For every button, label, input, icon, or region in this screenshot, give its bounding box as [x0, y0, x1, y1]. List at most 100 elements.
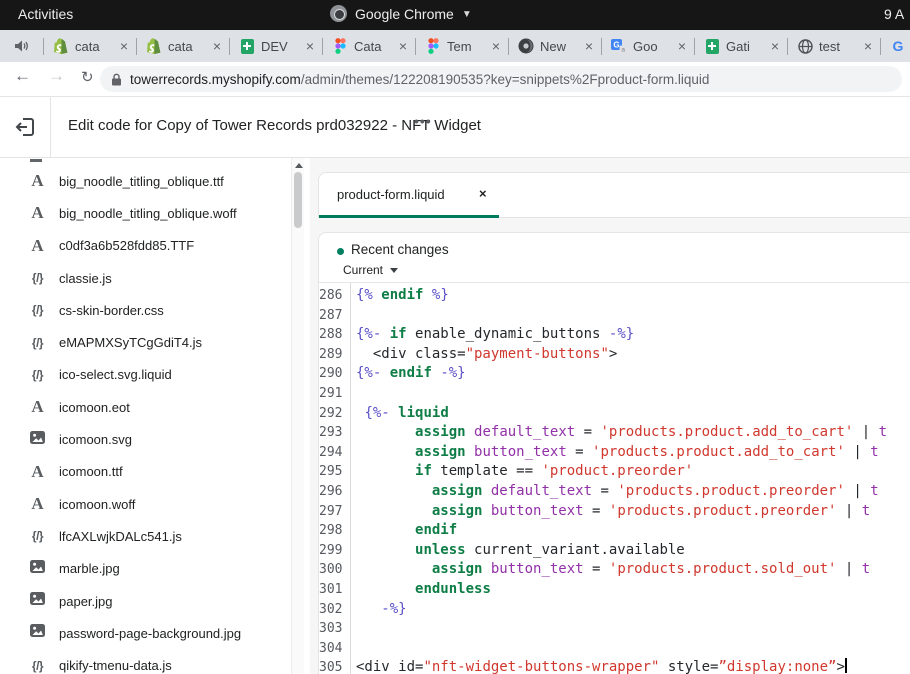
line-number: 292: [319, 404, 350, 424]
tab-close-icon[interactable]: ×: [120, 39, 128, 53]
file-item[interactable]: Abig_noodle_titling_oblique.woff: [0, 197, 310, 229]
code-text: endunless: [350, 580, 491, 600]
code-line[interactable]: 297 assign button_text = 'products.produ…: [319, 502, 910, 522]
code-line[interactable]: 304: [319, 639, 910, 659]
browser-tab-5[interactable]: New×: [509, 30, 601, 62]
file-item[interactable]: icomoon.svg: [0, 423, 310, 455]
file-item[interactable]: Aicomoon.ttf: [0, 456, 310, 488]
browser-tab-2[interactable]: DEV×: [230, 30, 322, 62]
tab-title: Goo: [633, 39, 672, 54]
code-line[interactable]: 298 endif: [319, 521, 910, 541]
file-item[interactable]: {/}ico-select.svg.liquid: [0, 359, 310, 391]
browser-tab-3[interactable]: Cata×: [323, 30, 415, 62]
file-name: marble.jpg: [59, 561, 120, 576]
file-item[interactable]: Ac0df3a6b528fdd85.TTF: [0, 230, 310, 262]
file-item[interactable]: {/}lfcAXLwjkDALc541.js: [0, 520, 310, 552]
forward-icon[interactable]: →: [48, 66, 65, 86]
figma-icon: [332, 38, 348, 54]
file-item[interactable]: {/}eMAPMXSyTCgGdiT4.js: [0, 326, 310, 358]
code-line[interactable]: 302 -%}: [319, 600, 910, 620]
close-icon[interactable]: ×: [479, 186, 487, 201]
browser-tab-7[interactable]: Gati×: [695, 30, 787, 62]
tab-close-icon[interactable]: ×: [585, 39, 593, 53]
address-bar[interactable]: towerrecords.myshopify.com/admin/themes/…: [100, 66, 902, 92]
code-line[interactable]: 288{%- if enable_dynamic_buttons -%}: [319, 325, 910, 345]
browser-tab-9[interactable]: G: [881, 30, 910, 62]
svg-text:a: a: [621, 46, 625, 53]
scroll-up-arrow-icon[interactable]: [295, 163, 303, 168]
code-file-icon: {/}: [28, 529, 47, 543]
tab-close-icon[interactable]: ×: [306, 39, 314, 53]
sheets-icon: [239, 38, 255, 54]
tab-title: cata: [75, 39, 114, 54]
file-item[interactable]: {/}qikify-tmenu-data.js: [0, 649, 310, 674]
code-line[interactable]: 290{%- endif -%}: [319, 364, 910, 384]
line-number: 288: [319, 325, 350, 345]
tab-audio-mute-icon[interactable]: [0, 39, 43, 53]
line-number: 296: [319, 482, 350, 502]
line-number: 300: [319, 560, 350, 580]
font-file-icon: A: [28, 494, 47, 514]
exit-code-editor-button[interactable]: [13, 115, 37, 139]
file-name: icomoon.ttf: [59, 464, 123, 479]
browser-tab-8[interactable]: test ×: [788, 30, 880, 62]
file-item[interactable]: {/}classie.js: [0, 262, 310, 294]
code-line[interactable]: 289 <div class="payment-buttons">: [319, 345, 910, 365]
file-item[interactable]: Abig_noodle_titling_oblique.ttf: [0, 165, 310, 197]
file-name: classie.js: [59, 271, 112, 286]
file-name: eMAPMXSyTCgGdiT4.js: [59, 335, 202, 350]
code-line[interactable]: 295 if template == 'product.preorder': [319, 462, 910, 482]
tab-close-icon[interactable]: ×: [492, 39, 500, 53]
tab-close-icon[interactable]: ×: [213, 39, 221, 53]
google-icon: G: [890, 38, 906, 54]
tab-close-icon[interactable]: ×: [864, 39, 872, 53]
tab-title: test: [819, 39, 858, 54]
file-item[interactable]: marble.jpg: [0, 553, 310, 585]
reload-icon[interactable]: ↻: [81, 68, 94, 86]
code-line[interactable]: 287: [319, 306, 910, 326]
svg-text:G: G: [613, 40, 619, 49]
code-line[interactable]: 299 unless current_variant.available: [319, 541, 910, 561]
sidebar-scrollbar[interactable]: [291, 158, 304, 674]
file-item[interactable]: Aicomoon.woff: [0, 488, 310, 520]
code-line[interactable]: 291: [319, 384, 910, 404]
code-line[interactable]: 292 {%- liquid: [319, 404, 910, 424]
code-line[interactable]: 293 assign default_text = 'products.prod…: [319, 423, 910, 443]
editor-column: product-form.liquid × Recent changes Cur…: [318, 158, 910, 674]
code-line[interactable]: 301 endunless: [319, 580, 910, 600]
url-path: /admin/themes/122208190535?key=snippets%…: [301, 72, 710, 87]
app-menu[interactable]: Google Chrome ▼: [330, 5, 472, 22]
back-icon[interactable]: ←: [14, 66, 31, 86]
code-line[interactable]: 305<div id="nft-widget-buttons-wrapper" …: [319, 658, 910, 674]
file-item[interactable]: Aicomoon.eot: [0, 391, 310, 423]
font-file-icon: A: [28, 236, 47, 256]
file-name: big_noodle_titling_oblique.woff: [59, 206, 237, 221]
code-line[interactable]: 303: [319, 619, 910, 639]
line-number: 294: [319, 443, 350, 463]
browser-tab-6[interactable]: Ga Goo ×: [602, 30, 694, 62]
code-editor[interactable]: 286{% endif %}287288{%- if enable_dynami…: [319, 283, 910, 674]
line-number: 290: [319, 364, 350, 384]
code-line[interactable]: 294 assign button_text = 'products.produ…: [319, 443, 910, 463]
file-sidebar: Abig_noodle_titling_oblique.ttfAbig_nood…: [0, 158, 310, 674]
scrollbar-thumb[interactable]: [294, 172, 302, 228]
file-item[interactable]: password-page-background.jpg: [0, 617, 310, 649]
tab-close-icon[interactable]: ×: [678, 39, 686, 53]
browser-tab-0[interactable]: cata ×: [44, 30, 136, 62]
file-item[interactable]: paper.jpg: [0, 585, 310, 617]
editor-tab-product-form[interactable]: product-form.liquid: [337, 187, 445, 202]
browser-toolbar: ← → ↻ towerrecords.myshopify.com/admin/t…: [0, 62, 910, 97]
recent-changes-label: Recent changes: [351, 242, 449, 257]
version-dropdown[interactable]: Current: [343, 263, 398, 277]
more-actions-button[interactable]: •••: [414, 113, 432, 129]
code-line[interactable]: 300 assign button_text = 'products.produ…: [319, 560, 910, 580]
code-line[interactable]: 286{% endif %}: [319, 286, 910, 306]
code-line[interactable]: 296 assign default_text = 'products.prod…: [319, 482, 910, 502]
browser-tab-1[interactable]: cata×: [137, 30, 229, 62]
browser-tab-4[interactable]: Tem×: [416, 30, 508, 62]
file-name: paper.jpg: [59, 594, 113, 609]
tab-close-icon[interactable]: ×: [399, 39, 407, 53]
file-item[interactable]: {/}cs-skin-border.css: [0, 294, 310, 326]
activities-button[interactable]: Activities: [18, 6, 73, 22]
tab-close-icon[interactable]: ×: [771, 39, 779, 53]
